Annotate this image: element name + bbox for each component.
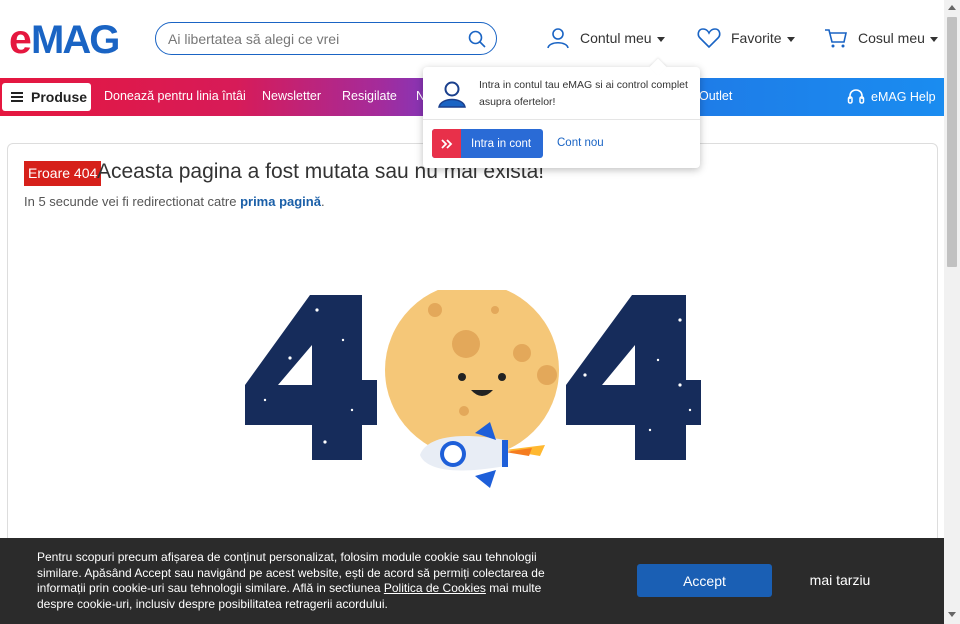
- search-bar: [155, 22, 497, 55]
- scroll-up-arrow-icon[interactable]: [948, 5, 956, 10]
- cookie-policy-link[interactable]: Politica de Cookies: [384, 581, 486, 595]
- cookie-text: Pentru scopuri precum afișarea de conțin…: [37, 550, 567, 612]
- svg-text:MAG: MAG: [31, 20, 118, 58]
- new-account-link[interactable]: Cont nou: [557, 137, 604, 149]
- products-menu-button[interactable]: Produse: [2, 83, 91, 111]
- account-dropdown: Intra in contul tau eMAG si ai control c…: [423, 58, 700, 168]
- nav-link-outlet[interactable]: Outlet: [699, 89, 732, 103]
- chevron-down-icon: [786, 36, 795, 42]
- chevron-right-icon: [432, 129, 461, 158]
- dropdown-message: Intra in contul tau eMAG si ai control c…: [479, 79, 688, 108]
- user-icon: [438, 81, 466, 108]
- products-label: Produse: [31, 89, 88, 105]
- accept-cookies-button[interactable]: Accept: [637, 564, 772, 597]
- user-icon: [547, 28, 569, 49]
- divider: [423, 119, 700, 120]
- redirect-suffix: .: [320, 194, 325, 209]
- digit-four-left: [245, 295, 377, 460]
- favorites-label: Favorite: [731, 30, 782, 46]
- cart-label: Cosul meu: [858, 30, 925, 46]
- later-button[interactable]: mai tarziu: [790, 572, 890, 588]
- moon: [385, 290, 559, 457]
- search-input[interactable]: [168, 29, 458, 49]
- cart-icon: [825, 29, 847, 48]
- favorites-menu[interactable]: Favorite: [697, 26, 795, 50]
- svg-text:e: e: [9, 20, 31, 58]
- account-menu[interactable]: Contul meu: [546, 26, 665, 50]
- chevron-down-icon: [656, 36, 665, 42]
- search-icon[interactable]: [468, 30, 486, 48]
- menu-icon: [11, 92, 23, 102]
- nav-link-donate[interactable]: Donează pentru linia întâi: [104, 89, 246, 103]
- scrollbar[interactable]: [944, 0, 960, 624]
- nav-link-resigilate[interactable]: Resigilate: [342, 89, 397, 103]
- redirect-message: In 5 secunde vei fi redirectionat catre …: [24, 194, 325, 209]
- error-badge: Eroare 404: [24, 161, 102, 186]
- moon-eye-right: [498, 373, 506, 381]
- account-label: Contul meu: [580, 30, 652, 46]
- cookie-banner: Pentru scopuri precum afișarea de conțin…: [0, 538, 944, 624]
- nav-link-newsletter[interactable]: Newsletter: [262, 89, 321, 103]
- scroll-down-arrow-icon[interactable]: [948, 612, 956, 617]
- chevron-down-icon: [929, 36, 938, 42]
- help-label: eMAG Help: [871, 90, 936, 104]
- scrollbar-thumb[interactable]: [947, 17, 957, 267]
- moon-eye-left: [458, 373, 466, 381]
- cart-menu[interactable]: Cosul meu: [824, 26, 938, 50]
- help-link[interactable]: eMAG Help: [847, 88, 936, 106]
- login-button[interactable]: Intra in cont: [432, 129, 543, 158]
- redirect-prefix: In 5 secunde vei fi redirectionat catre: [24, 194, 241, 209]
- login-button-label: Intra in cont: [471, 137, 532, 150]
- homepage-link[interactable]: prima pagină: [240, 194, 321, 209]
- 404-illustration: [245, 290, 701, 488]
- emag-logo[interactable]: e MAG: [9, 20, 137, 58]
- heart-icon: [697, 28, 721, 49]
- headset-icon: [847, 89, 865, 104]
